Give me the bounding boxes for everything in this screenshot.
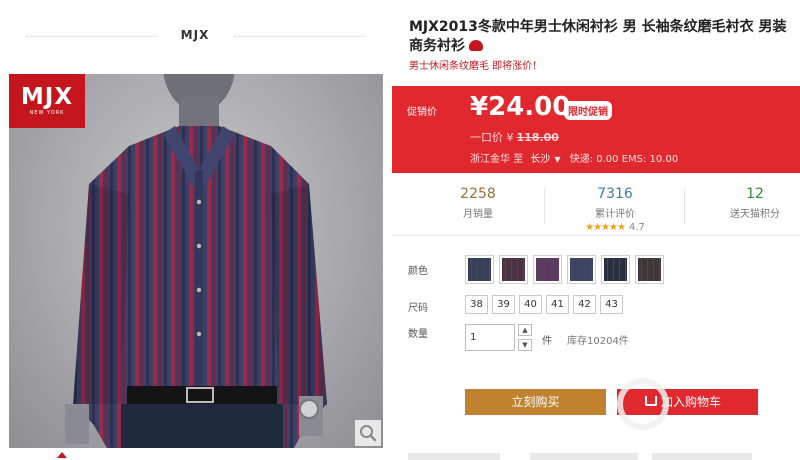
size-label: 尺码 — [408, 303, 428, 314]
shirt-on-mannequin-image — [65, 74, 327, 448]
color-swatch[interactable] — [635, 255, 664, 284]
promo-flower-icon — [469, 40, 483, 51]
color-swatch[interactable] — [601, 255, 630, 284]
service-item — [652, 453, 752, 460]
promo-price-label: 促销价 — [407, 107, 437, 118]
tmall-points-value: 12 — [746, 186, 764, 202]
service-strip — [392, 450, 800, 460]
product-info-panel: MJX2013冬款中年男士休闲衬衫 男 长袖条纹磨毛衬衣 男装商务衬衫 男士休闲… — [392, 0, 800, 460]
swatch-fill — [502, 258, 525, 281]
tmall-points-label: 送天猫积分 — [730, 209, 780, 220]
site-watermark — [617, 378, 800, 442]
divider — [234, 36, 364, 37]
ship-from: 浙江金华 — [470, 154, 510, 165]
quantity-input[interactable]: 1 — [465, 324, 515, 351]
quantity-decrease-button[interactable]: ▼ — [518, 339, 532, 351]
sales-stats: 2258 月销量 7316 累计评价 ★★★★★ 4.7 12 送天猫积分 — [392, 178, 800, 236]
thumbnail-pointer-icon — [57, 452, 67, 458]
swatch-fill — [536, 258, 559, 281]
color-swatch[interactable] — [533, 255, 562, 284]
promo-price: ¥24.00 — [470, 92, 571, 122]
price-panel: 促销价 ¥24.00 限时促销 一口价 ¥118.00 浙江金华 至 长沙 ▼ 快… — [392, 86, 800, 173]
total-reviews-label: 累计评价 — [595, 209, 635, 220]
magnifier-icon — [360, 425, 377, 442]
size-option[interactable]: 40 — [519, 295, 542, 314]
swatch-fill — [604, 258, 627, 281]
original-price: 一口价 ¥118.00 — [470, 129, 559, 145]
buy-now-button[interactable]: 立刻购买 — [465, 389, 606, 415]
shipping-fees: 快递: 0.00 EMS: 10.00 — [569, 154, 679, 165]
watermark-circle-icon — [617, 378, 669, 430]
quantity-label: 数量 — [408, 329, 428, 340]
limited-promo-badge: 限时促销 — [564, 101, 612, 120]
brand-header: MJX — [26, 22, 364, 50]
swatch-fill — [570, 258, 593, 281]
total-reviews-value: 7316 — [597, 186, 633, 202]
color-swatch[interactable] — [465, 255, 494, 284]
swatch-fill — [468, 258, 491, 281]
monthly-sales-label: 月销量 — [463, 209, 493, 220]
product-gallery: MJX MJX NEW YORK — [0, 0, 392, 460]
size-option[interactable]: 42 — [573, 295, 596, 314]
service-item — [530, 453, 638, 460]
zoom-button[interactable] — [355, 420, 381, 446]
divider — [544, 188, 545, 224]
shipping-info: 浙江金华 至 长沙 ▼ 快递: 0.00 EMS: 10.00 — [470, 150, 678, 165]
quantity-increase-button[interactable]: ▲ — [518, 324, 532, 336]
monthly-sales: 2258 月销量 — [410, 178, 546, 236]
brand-logo: MJX NEW YORK — [9, 74, 85, 128]
product-main-image[interactable]: MJX NEW YORK — [9, 74, 383, 448]
size-option[interactable]: 38 — [465, 295, 488, 314]
stock-count: 库存10204件 — [567, 336, 629, 347]
divider — [684, 188, 685, 224]
color-swatch[interactable] — [567, 255, 596, 284]
destination-select[interactable]: 长沙 — [530, 154, 550, 165]
color-label: 颜色 — [408, 266, 428, 277]
ship-to-label: 至 — [513, 154, 524, 165]
swatch-fill — [638, 258, 661, 281]
size-option[interactable]: 39 — [492, 295, 515, 314]
rating-stars-icon: ★★★★★ — [585, 222, 626, 233]
brand-name[interactable]: MJX — [26, 28, 364, 42]
chevron-down-icon[interactable]: ▼ — [554, 155, 560, 164]
rating-value: 4.7 — [628, 222, 645, 233]
size-option[interactable]: 43 — [600, 295, 623, 314]
product-title: MJX2013冬款中年男士休闲衬衫 男 长袖条纹磨毛衬衣 男装商务衬衫 — [409, 19, 787, 54]
service-item — [408, 453, 500, 460]
product-subtitle: 男士休闲条纹磨毛 即将涨价！ — [409, 61, 543, 72]
quantity-unit: 件 — [542, 336, 552, 347]
total-reviews[interactable]: 7316 累计评价 ★★★★★ 4.7 — [547, 178, 683, 236]
tmall-points: 12 送天猫积分 — [687, 178, 800, 236]
size-option[interactable]: 41 — [546, 295, 569, 314]
original-price-value: 118.00 — [516, 131, 559, 144]
rating: ★★★★★ 4.7 — [547, 222, 683, 233]
monthly-sales-value: 2258 — [460, 186, 496, 202]
original-price-label: 一口价 ¥ — [470, 131, 514, 144]
color-swatch[interactable] — [499, 255, 528, 284]
